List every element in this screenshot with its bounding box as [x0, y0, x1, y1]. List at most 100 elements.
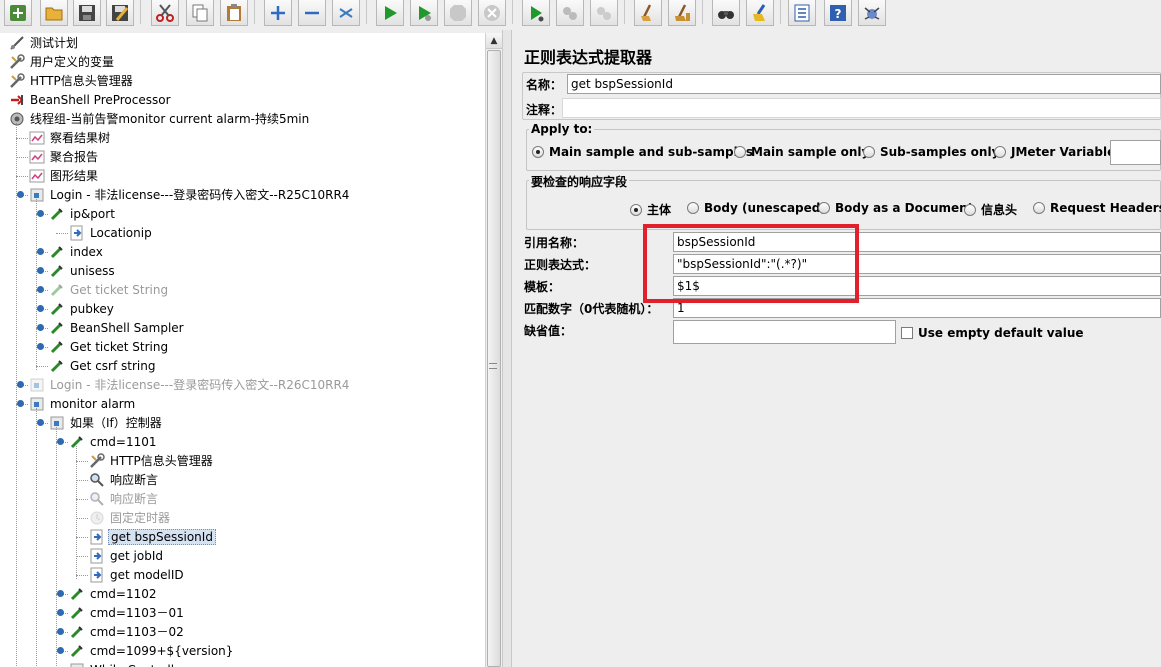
stop-icon[interactable]	[444, 0, 472, 26]
tree-expand-toggle-icon[interactable]	[36, 209, 45, 218]
scroll-up-icon[interactable]: ▲	[486, 33, 502, 49]
pane-splitter[interactable]	[502, 30, 512, 667]
tree-node[interactable]: Login - 非法license---登录密码传入密文--R25C10RR4	[28, 185, 351, 204]
tree-node[interactable]: HTTP信息头管理器	[8, 71, 135, 90]
start-icon[interactable]	[376, 0, 404, 26]
tree-node[interactable]: Login - 非法license---登录密码传入密文--R26C10RR4	[28, 375, 351, 394]
tree-expand-toggle-icon[interactable]	[16, 399, 25, 408]
tree-node[interactable]: cmd=1103－02	[68, 622, 186, 641]
expand-icon[interactable]	[264, 0, 292, 26]
tree-node[interactable]: 聚合报告	[28, 147, 100, 166]
tree-node[interactable]: 用户定义的变量	[8, 52, 116, 71]
clear-icon[interactable]	[634, 0, 662, 26]
tree-node[interactable]: 固定定时器	[88, 508, 172, 527]
use-empty-default-checkbox[interactable]: Use empty default value	[901, 326, 1084, 340]
tree-node[interactable]: cmd=1099+${version}	[68, 641, 235, 660]
tree-node[interactable]: get modelID	[88, 565, 186, 584]
tree-node[interactable]: monitor alarm	[28, 394, 137, 413]
tree-node[interactable]: get jobId	[88, 546, 165, 565]
sampler-icon	[68, 623, 86, 640]
name-field[interactable]: get bspSessionId	[567, 74, 1161, 94]
check-body-radio[interactable]: 主体	[630, 201, 671, 218]
remote-start-icon[interactable]	[522, 0, 550, 26]
tree-node[interactable]: While Controller	[68, 660, 188, 667]
scroll-thumb[interactable]	[487, 50, 501, 667]
comment-field[interactable]	[562, 98, 1161, 118]
tree-node[interactable]: Get csrf string	[48, 356, 157, 375]
tree-node[interactable]: Locationip	[68, 223, 154, 242]
tree-expand-toggle-icon[interactable]	[56, 589, 65, 598]
search-icon[interactable]	[712, 0, 740, 26]
tree-guide-line	[36, 408, 37, 667]
tree-node[interactable]: 如果（If）控制器	[48, 413, 164, 432]
collapse-icon[interactable]	[298, 0, 326, 26]
tree-node[interactable]: BeanShell Sampler	[48, 318, 186, 337]
tree-connector	[16, 138, 28, 139]
tree-expand-toggle-icon[interactable]	[56, 437, 65, 446]
apply-main-and-sub-radio[interactable]: Main sample and sub-samples	[532, 145, 753, 159]
tree-expand-toggle-icon[interactable]	[36, 247, 45, 256]
tree-expand-toggle-icon[interactable]	[36, 418, 45, 427]
tree-expand-toggle-icon[interactable]	[56, 627, 65, 636]
apply-jmeter-variable-radio[interactable]: JMeter Variable	[994, 145, 1115, 159]
help-icon[interactable]: ?	[824, 0, 852, 26]
tree-node[interactable]: 线程组-当前告警monitor current alarm-持续5min	[8, 109, 311, 128]
default-value-field[interactable]	[673, 320, 896, 344]
tree-expand-toggle-icon[interactable]	[16, 190, 25, 199]
function-helper-icon[interactable]	[788, 0, 816, 26]
tree-node[interactable]: 测试计划	[8, 33, 80, 52]
test-plan-tree[interactable]: 测试计划 用户定义的变量 HTTP信息头管理器 BeanShell PreProces…	[0, 33, 502, 667]
start-no-pause-icon[interactable]	[410, 0, 438, 26]
tree-node[interactable]: index	[48, 242, 105, 261]
clear-all-icon[interactable]	[668, 0, 696, 26]
tree-expand-toggle-icon[interactable]	[56, 646, 65, 655]
tree-node[interactable]: cmd=1103－01	[68, 603, 186, 622]
tree-connector	[76, 518, 88, 519]
tree-node[interactable]: 响应断言	[88, 489, 160, 508]
apply-main-only-radio[interactable]: Main sample only	[734, 145, 869, 159]
apply-sub-only-radio[interactable]: Sub-samples only	[863, 145, 999, 159]
tree-expand-toggle-icon[interactable]	[36, 323, 45, 332]
toggle-icon[interactable]	[332, 0, 360, 26]
tree-expand-toggle-icon[interactable]	[36, 342, 45, 351]
logger-icon[interactable]	[858, 0, 886, 26]
remote-shutdown-icon[interactable]	[590, 0, 618, 26]
tree-expand-toggle-icon[interactable]	[36, 285, 45, 294]
tree-node[interactable]: 响应断言	[88, 470, 160, 489]
shutdown-icon[interactable]	[478, 0, 506, 26]
check-headers-radio[interactable]: 信息头	[964, 201, 1017, 218]
tree-node[interactable]: 察看结果树	[28, 128, 112, 147]
copy-icon[interactable]	[186, 0, 214, 26]
save-as-icon[interactable]	[106, 0, 134, 26]
remote-stop-icon[interactable]	[556, 0, 584, 26]
tree-node[interactable]: Get ticket String	[48, 337, 170, 356]
jmeter-variable-field[interactable]	[1110, 140, 1161, 165]
cut-icon[interactable]	[151, 0, 179, 26]
open-icon[interactable]	[40, 0, 68, 26]
tree-expand-toggle-icon[interactable]	[36, 266, 45, 275]
tree-node[interactable]: get bspSessionId	[88, 527, 216, 546]
tree-expand-toggle-icon[interactable]	[56, 608, 65, 617]
check-body-document-radio[interactable]: Body as a Document	[818, 201, 973, 215]
paste-icon[interactable]	[220, 0, 248, 26]
tree-scrollbar[interactable]: ▲	[485, 33, 502, 667]
tree-node[interactable]: Get ticket String	[48, 280, 170, 299]
tree-node[interactable]: cmd=1102	[68, 584, 159, 603]
tree-expand-toggle-icon[interactable]	[16, 380, 25, 389]
tree-node-label: unisess	[70, 263, 115, 278]
regex-label: 正则表达式：	[524, 258, 597, 272]
sampler-icon	[68, 585, 86, 602]
tree-node[interactable]: unisess	[48, 261, 117, 280]
tree-node[interactable]: ip&port	[48, 204, 117, 223]
check-body-unescaped-radio[interactable]: Body (unescaped)	[687, 201, 826, 215]
tree-node[interactable]: HTTP信息头管理器	[88, 451, 215, 470]
templates-icon[interactable]	[4, 0, 32, 26]
tree-node[interactable]: pubkey	[48, 299, 116, 318]
check-request-headers-radio[interactable]: Request Headers	[1033, 201, 1161, 215]
tree-node[interactable]: cmd=1101	[68, 432, 159, 451]
tree-expand-toggle-icon[interactable]	[36, 304, 45, 313]
save-icon[interactable]	[73, 0, 101, 26]
reset-search-icon[interactable]	[746, 0, 774, 26]
tree-node[interactable]: 图形结果	[28, 166, 100, 185]
tree-node[interactable]: BeanShell PreProcessor	[8, 90, 173, 109]
